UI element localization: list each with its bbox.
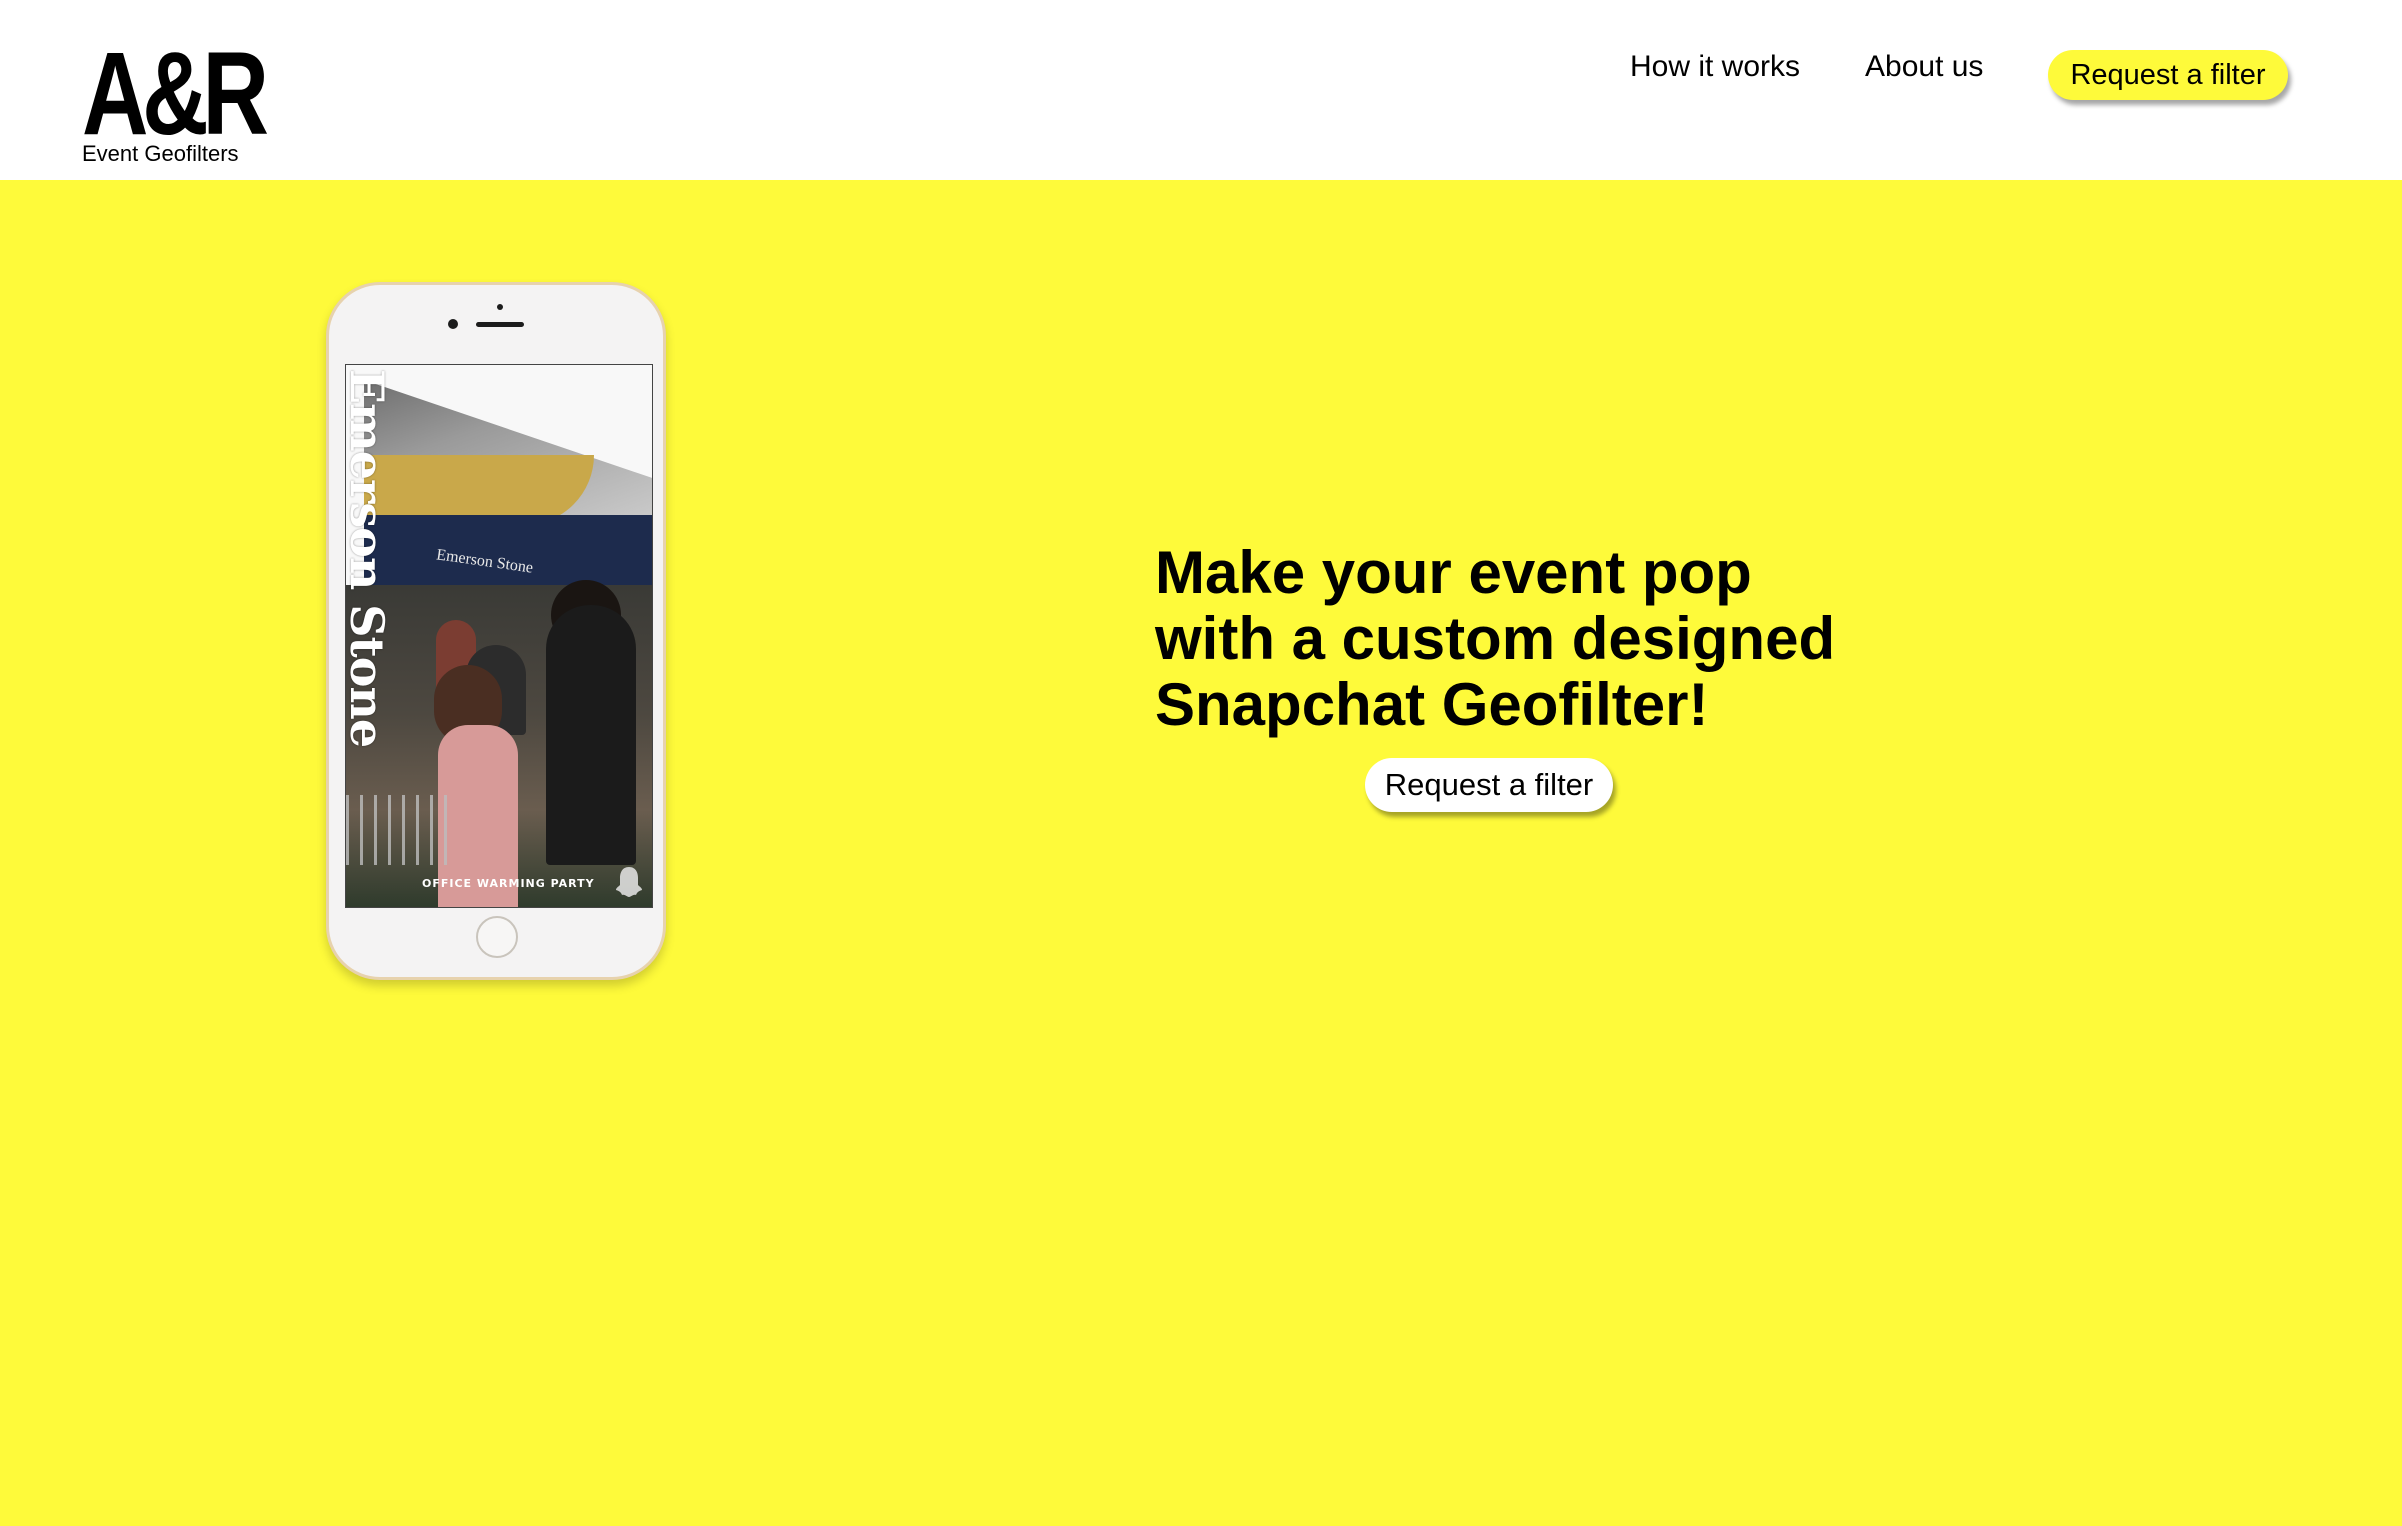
hero-section: Make your event pop with a custom design… [1155,540,1855,812]
logo-mark: A&R [82,28,269,160]
geofilter-title-text: Emerson Stone [345,369,394,748]
headline-bold-word: pop [1641,539,1752,606]
geofilter-title: Emerson Stone [346,365,394,907]
headline-line-1: Make your event pop [1155,540,1855,606]
photo-storefront [364,515,652,595]
hero-request-filter-button[interactable]: Request a filter [1365,758,1613,812]
geofilter-caption: OFFICE WARMING PARTY [422,877,595,890]
phone-screen: Emerson Stone Emerson Stone OFFICE WARMI… [345,364,653,908]
photo-person [546,605,636,865]
phone-home-button [476,916,518,958]
headline-line-2: with a custom designed [1155,605,1836,672]
nav-how-it-works[interactable]: How it works [1630,50,1800,84]
logo[interactable]: A&R Event Geofilters [82,28,272,172]
ghost-icon [616,867,642,897]
phone-mockup: Emerson Stone Emerson Stone OFFICE WARMI… [326,282,666,980]
logo-tagline: Event Geofilters [82,141,239,166]
hero-headline: Make your event pop with a custom design… [1155,540,1855,738]
phone-camera [448,319,458,329]
phone-speaker [476,322,524,327]
nav-about-us[interactable]: About us [1865,50,1983,84]
nav-request-filter-button[interactable]: Request a filter [2048,50,2288,100]
site-header: A&R Event Geofilters How it works About … [0,0,2402,180]
phone-sensor [497,304,503,310]
headline-prefix: Make your event [1155,539,1642,606]
headline-line-3: Snapchat Geofilter! [1155,671,1709,738]
